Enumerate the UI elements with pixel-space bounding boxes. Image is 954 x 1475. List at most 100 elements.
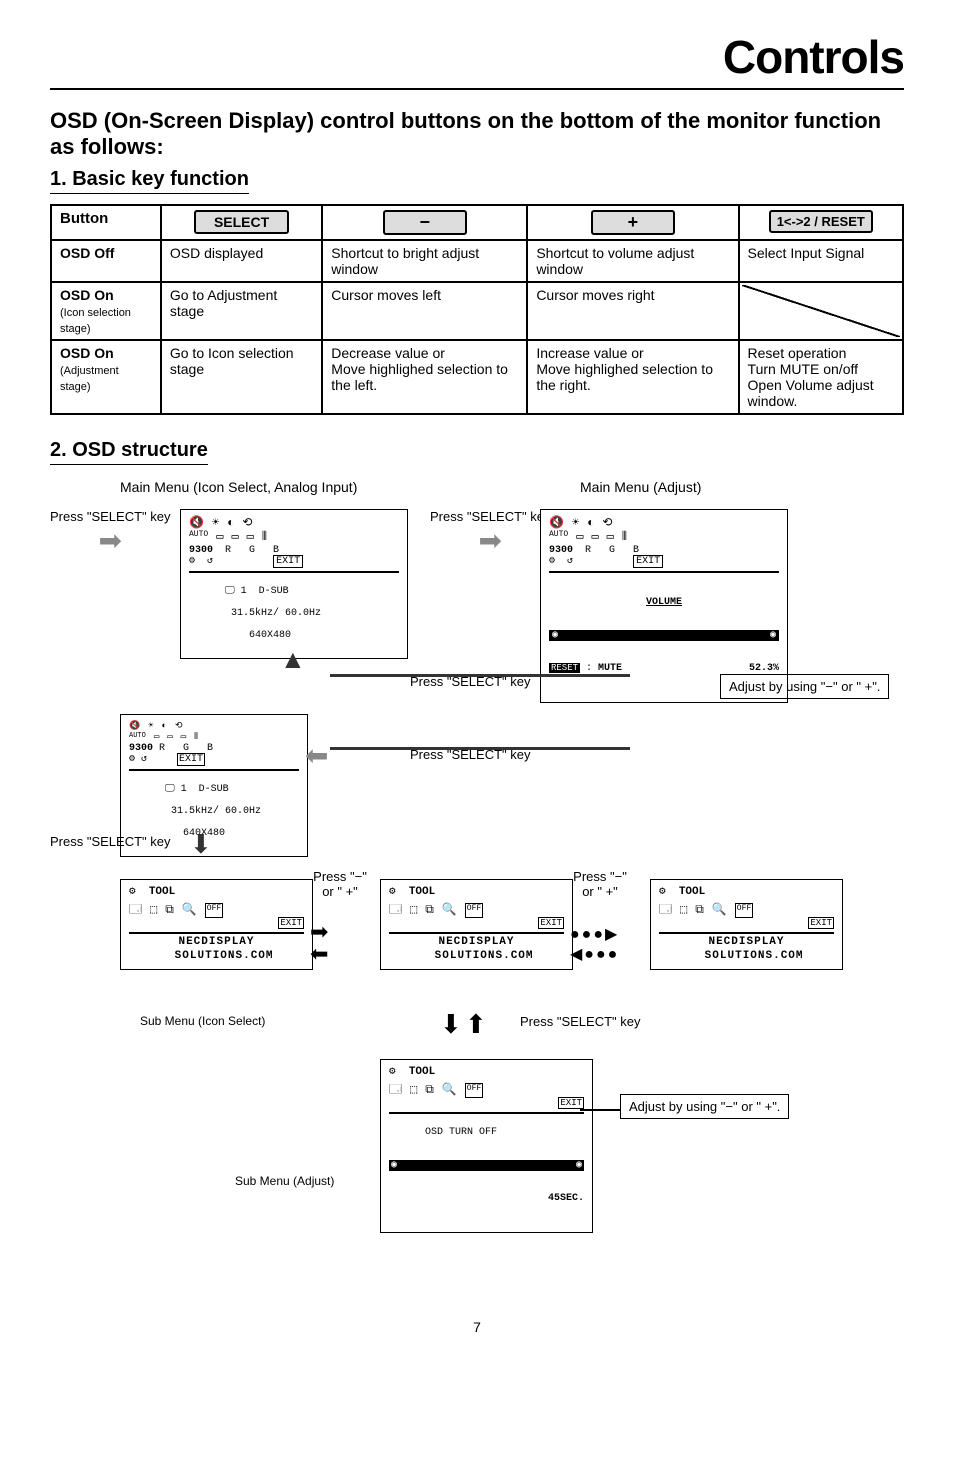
arrow-up-icon: ⬆ <box>465 1009 487 1040</box>
brightness-icon: ☀ <box>212 516 219 530</box>
temp-9300: 9300 <box>189 545 213 556</box>
main-menu-icon-screen: 🔇 ☀ ◐ ⟲ AUTO ▭ ▭ ▭ ⫴ 9300 R G B ⚙ ↺ EXIT… <box>180 509 408 659</box>
table-row: OSD Off OSD displayed Shortcut to bright… <box>51 240 903 282</box>
contrast-icon: ◐ <box>227 516 234 530</box>
cell: Decrease value orMove highlighed selecti… <box>322 340 527 414</box>
adjust-hint-box-1: Adjust by using "−" or " +". <box>720 674 889 699</box>
auto-icon: ⟲ <box>602 516 612 530</box>
zoom-icon: 🔍 <box>182 903 197 917</box>
tool-icon: ⚙ <box>189 556 195 567</box>
volume-title: VOLUME <box>549 597 779 608</box>
page-number: 7 <box>50 1319 904 1335</box>
monitor-icon: 🖵 <box>225 586 235 597</box>
arrow-up-icon: ▲ <box>280 644 306 675</box>
contrast-icon: ◐ <box>587 516 594 530</box>
row-label: OSD Off <box>60 245 114 261</box>
table-row: OSD On (Adjustment stage) Go to Icon sele… <box>51 340 903 414</box>
header-button: Button <box>51 205 161 240</box>
bars-icon: ⫴ <box>262 530 267 544</box>
sub-menu-tool-2: ⚙ TOOL 🗔⬚⧉🔍 OFF EXIT NECDISPLAY SOLUTION… <box>380 879 573 970</box>
arrow-right-icon: ➡ <box>99 525 122 556</box>
rgb-letters: R G B <box>225 545 279 556</box>
reset-button: 1<->2 / RESET <box>769 210 873 233</box>
cell: Go to Icon selection stage <box>161 340 322 414</box>
arrow-right-icon: ➡ <box>479 525 502 556</box>
header-plus: + <box>527 205 738 240</box>
sub-menu-adjust-screen: ⚙ TOOL 🗔⬚⧉🔍 OFF EXIT OSD TURN OFF ◉◉ 45S… <box>380 1059 593 1233</box>
press-select-center: Press "SELECT" key ➡ <box>430 509 551 557</box>
exit-label: EXIT <box>273 555 303 568</box>
cell: Cursor moves right <box>527 282 738 340</box>
row-label: OSD On <box>60 287 114 303</box>
auto-text: AUTO <box>549 530 568 544</box>
intro-heading: OSD (On-Screen Display) control buttons … <box>50 108 904 160</box>
rgb-letters: R G B <box>585 545 639 556</box>
auto-icon: ⟲ <box>242 516 252 530</box>
sub-menu-adjust-label: Sub Menu (Adjust) <box>235 1174 334 1188</box>
select-button: SELECT <box>194 210 289 234</box>
exit-label: EXIT <box>633 555 663 568</box>
row-note: (Adjustment stage) <box>60 365 119 393</box>
tool-icon: ⚙ <box>659 886 666 898</box>
auto-text: AUTO <box>189 530 208 544</box>
section-2-heading: 2. OSD structure <box>50 439 208 465</box>
adjust-hint-box-2: Adjust by using "−" or " +". <box>620 1094 789 1119</box>
freq-line: 31.5kHz/ 60.0Hz <box>231 608 321 619</box>
rect-icon: ▭ <box>216 530 223 544</box>
cell: OSD displayed <box>161 240 322 282</box>
page-title: Controls <box>50 30 904 90</box>
cell: Shortcut to volume adjust window <box>527 240 738 282</box>
rect-icon: ▭ <box>607 530 614 544</box>
pos-icon: ⬚ <box>150 903 157 917</box>
header-reset: 1<->2 / RESET <box>739 205 903 240</box>
press-select-left: Press "SELECT" key ➡ <box>50 509 171 557</box>
row-label: OSD On <box>60 345 114 361</box>
connector-line-3 <box>580 1109 620 1111</box>
diagonal-empty-cell <box>739 282 903 340</box>
dsub-line: 1 D-SUB <box>241 586 289 597</box>
reset-icon: ↺ <box>207 556 213 567</box>
tool-title: TOOL <box>149 886 175 898</box>
speaker-icon: 🔇 <box>549 516 564 530</box>
main-menu-adjust-label: Main Menu (Adjust) <box>580 479 701 495</box>
connector-line <box>330 674 630 677</box>
rect-icon: ▭ <box>591 530 598 544</box>
lang-icon: 🗔 <box>129 903 142 917</box>
press-select-note-3: Press "SELECT" key <box>520 1014 641 1029</box>
sub-menu-tool-3: ⚙ TOOL 🗔⬚⧉🔍 OFF EXIT NECDISPLAY SOLUTION… <box>650 879 843 970</box>
plus-button: + <box>591 210 675 235</box>
cell: Reset operation Turn MUTE on/off Open Vo… <box>739 340 903 414</box>
exit-label: EXIT <box>278 917 304 929</box>
tool-icon: ⚙ <box>389 886 396 898</box>
osd-icon-row: 🔇 ☀ ◐ ⟲ <box>189 516 399 530</box>
cell: Select Input Signal <box>739 240 903 282</box>
reset-tag: RESET <box>549 663 580 673</box>
main-menu-icon-label: Main Menu (Icon Select, Analog Input) <box>120 479 357 495</box>
section-1-heading: 1. Basic key function <box>50 168 249 194</box>
osd-icon-row: AUTO ▭ ▭ ▭ ⫴ <box>189 530 399 544</box>
arrow-left-icon: ➡ <box>310 941 328 967</box>
res-line: 640X480 <box>249 630 291 641</box>
press-minus-plus-1: Press "−" or " +" <box>310 869 370 899</box>
arrow-down-icon: ⬇ <box>440 1009 462 1040</box>
header-minus: − <box>322 205 527 240</box>
off-label: OFF <box>205 903 223 917</box>
dots-right: ●●●▶ <box>570 924 619 944</box>
row-note: (Icon selection stage) <box>60 307 131 335</box>
arrow-down-icon: ⬇ <box>190 829 212 860</box>
cell: Shortcut to bright adjust window <box>322 240 527 282</box>
cell: Increase value orMove highlighed selecti… <box>527 340 738 414</box>
osd-timer: 45SEC. <box>389 1193 584 1204</box>
press-minus-plus-2: Press "−" or " +" <box>570 869 630 899</box>
osd-icon-row: 🔇 ☀ ◐ ⟲ <box>549 516 779 530</box>
cell: Cursor moves left <box>322 282 527 340</box>
sub-menu-icon-label: Sub Menu (Icon Select) <box>140 1014 265 1028</box>
tool-icon: ⚙ <box>389 1066 396 1078</box>
mute-label: MUTE <box>598 663 622 674</box>
osd-icon-row: AUTO ▭ ▭ ▭ ⫴ <box>549 530 779 544</box>
nec-footer: NECDISPLAY SOLUTIONS.COM <box>129 932 304 962</box>
sub-menu-tool-1: ⚙ TOOL 🗔 ⬚ ⧉ 🔍 OFF EXIT NECDISPLAY SOLUT… <box>120 879 313 970</box>
osd-turn-off: OSD TURN OFF <box>425 1127 497 1138</box>
timer-icon: ⧉ <box>165 903 174 917</box>
temp-9300: 9300 <box>549 545 573 556</box>
